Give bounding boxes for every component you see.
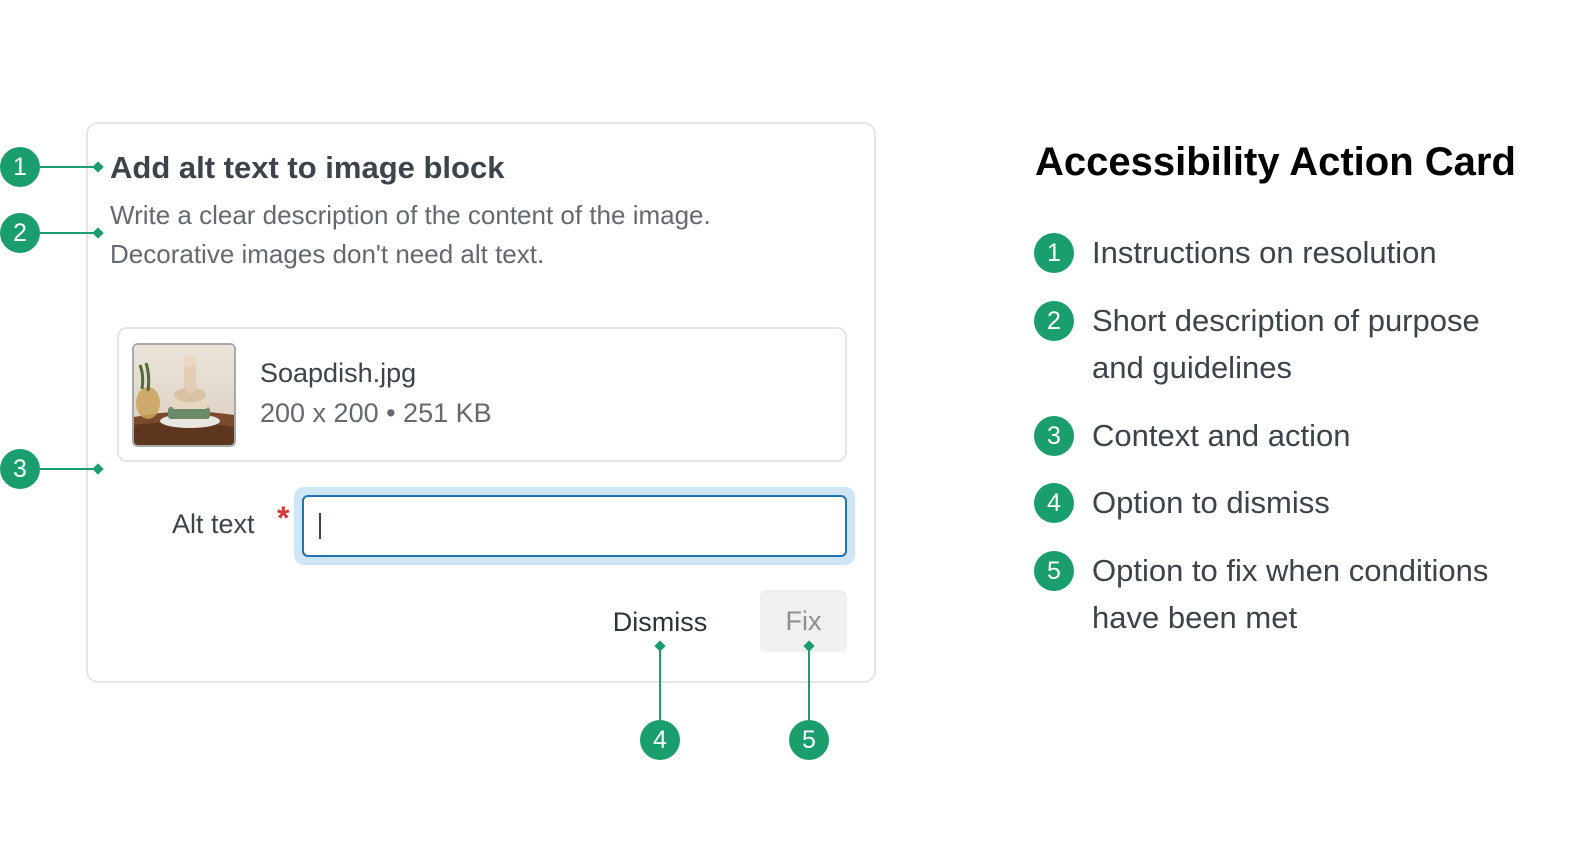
callout-connector-1 — [40, 166, 96, 168]
legend-badge-3: 3 — [1034, 416, 1074, 456]
legend-item-text: Short description of purpose — [1092, 303, 1480, 338]
legend-title: Accessibility Action Card — [1035, 140, 1516, 184]
alt-text-input[interactable] — [302, 495, 847, 557]
card-title: Add alt text to image block — [110, 150, 505, 185]
callout-connector-4 — [659, 646, 661, 720]
required-asterisk-icon: * — [277, 500, 290, 536]
legend-badge-5: 5 — [1034, 551, 1074, 591]
callout-connector-5 — [808, 646, 810, 720]
legend-item-text: Option to dismiss — [1092, 485, 1330, 520]
legend-item-5: Option to fix when conditions have been … — [1092, 547, 1488, 641]
card-description: Write a clear description of the content… — [110, 196, 850, 274]
file-meta: 200 x 200 • 251 KB — [260, 398, 492, 428]
legend-item-text: and guidelines — [1092, 350, 1292, 385]
legend-item-text: Option to fix when conditions — [1092, 553, 1489, 588]
legend-item-2: Short description of purpose and guideli… — [1092, 297, 1480, 391]
legend-item-text: have been met — [1092, 600, 1298, 635]
legend-badge-4: 4 — [1034, 483, 1074, 523]
legend-item-4: Option to dismiss — [1092, 479, 1330, 526]
legend-badge-2: 2 — [1034, 301, 1074, 341]
fix-button[interactable]: Fix — [760, 590, 847, 652]
callout-badge-5: 5 — [789, 720, 829, 760]
callout-badge-4: 4 — [640, 720, 680, 760]
card-description-line: Decorative images don't need alt text. — [110, 239, 545, 269]
image-thumbnail — [132, 343, 236, 447]
callout-badge-2: 2 — [0, 213, 40, 253]
callout-connector-3 — [40, 468, 96, 470]
alt-text-label: Alt text — [172, 509, 255, 539]
callout-badge-3: 3 — [0, 449, 40, 489]
legend-item-text: Context and action — [1092, 418, 1351, 453]
callout-connector-2 — [40, 232, 96, 234]
legend-item-text: Instructions on resolution — [1092, 235, 1437, 270]
card-description-line: Write a clear description of the content… — [110, 200, 711, 230]
text-cursor — [319, 513, 321, 539]
legend-item-1: Instructions on resolution — [1092, 229, 1437, 276]
file-name: Soapdish.jpg — [260, 358, 417, 388]
callout-badge-1: 1 — [0, 147, 40, 187]
legend-badge-1: 1 — [1034, 233, 1074, 273]
legend-item-3: Context and action — [1092, 412, 1351, 459]
